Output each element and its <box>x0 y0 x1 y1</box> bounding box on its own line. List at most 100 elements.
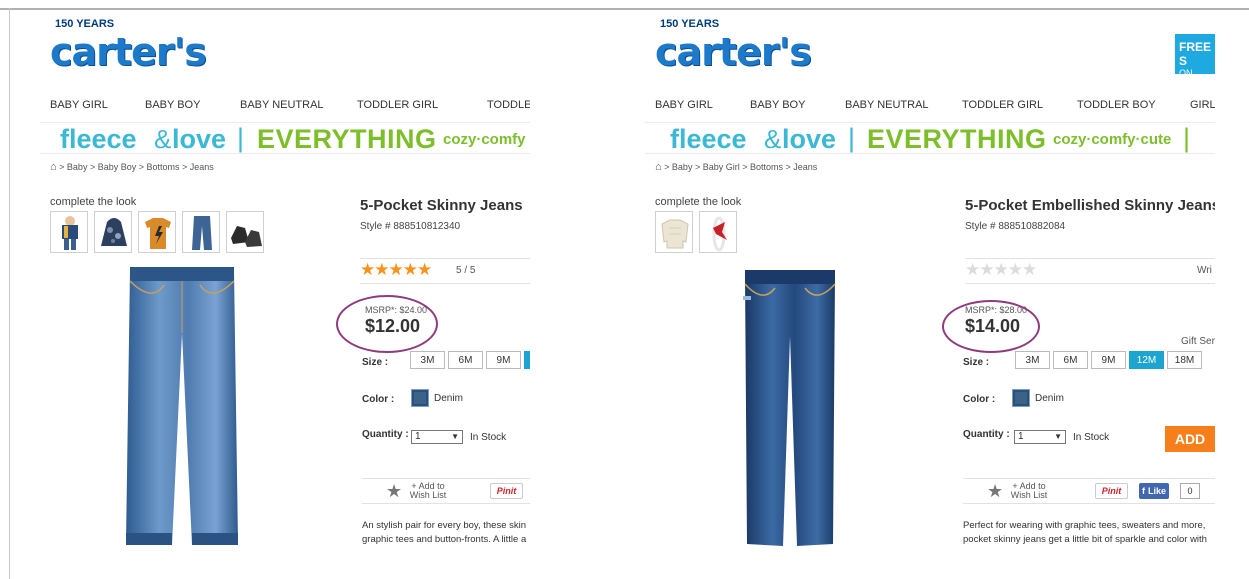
quantity-label: Quantity : <box>963 429 1010 440</box>
sweater-image <box>661 219 689 249</box>
banner-everything: EVERYTHING <box>257 124 437 154</box>
add-to-wishlist-button[interactable]: + Add to Wish List <box>408 482 448 500</box>
size-9m[interactable]: 9M <box>1091 351 1126 369</box>
breadcrumb-path[interactable]: > Baby > Baby Girl > Bottoms > Jeans <box>664 162 817 172</box>
logo-wordmark: carter's <box>50 30 207 74</box>
add-to-bag-button[interactable]: ADD <box>1165 426 1215 452</box>
gift-service-link[interactable]: Gift Serv <box>1181 336 1215 347</box>
promo-banner[interactable]: fleece & love | EVERYTHING cozy·comfy <box>40 122 530 154</box>
nav-baby-boy[interactable]: BABY BOY <box>145 99 240 111</box>
wishlist-star-icon[interactable]: ★ <box>386 481 402 502</box>
stock-status: In Stock <box>1073 432 1110 443</box>
size-label: Size : <box>963 357 990 368</box>
size-6m[interactable]: 6M <box>448 351 483 369</box>
size-options: 3M 6M 9M <box>410 351 530 369</box>
nav-baby-neutral[interactable]: BABY NEUTRAL <box>240 99 357 111</box>
headband-image <box>712 216 727 252</box>
nav-girl[interactable]: GIRL <box>1190 99 1215 111</box>
nav-toddler-girl[interactable]: TODDLER GIRL <box>962 99 1077 111</box>
product-jeans-image[interactable] <box>122 263 242 553</box>
stock-status: In Stock <box>470 432 507 443</box>
main-nav: BABY GIRL BABY BOY BABY NEUTRAL TODDLER … <box>50 99 530 111</box>
size-options: 3M 6M 9M 12M 18M <box>1015 351 1202 369</box>
add-to-wishlist-button[interactable]: + Add to Wish List <box>1009 482 1049 500</box>
banner-everything: EVERYTHING <box>867 124 1047 154</box>
banner-fleece: fleece <box>60 124 137 154</box>
nav-baby-girl[interactable]: BABY GIRL <box>50 99 145 111</box>
rating-stars[interactable]: ★★★★★ <box>360 260 432 280</box>
product-style-number: Style # 888510882084 <box>965 221 1066 232</box>
quantity-value: 1 <box>1018 431 1024 442</box>
quantity-label: Quantity : <box>362 429 409 440</box>
write-review-link[interactable]: Wri <box>1197 265 1212 276</box>
quantity-value: 1 <box>415 431 421 442</box>
product-title: 5-Pocket Embellished Skinny Jeans <box>965 197 1215 214</box>
size-3m[interactable]: 3M <box>410 351 445 369</box>
outfit-thumb[interactable] <box>50 211 88 253</box>
complete-look-thumbs <box>655 211 737 253</box>
banner-fleece: fleece <box>670 124 747 154</box>
banner-separator: | <box>237 123 245 153</box>
cream-sweater-thumb[interactable] <box>655 211 693 253</box>
breadcrumb-path[interactable]: > Baby > Baby Boy > Bottoms > Jeans <box>59 162 214 172</box>
color-name: Denim <box>1035 393 1064 404</box>
size-18m[interactable]: 18M <box>1167 351 1202 369</box>
nav-toddler-boy[interactable]: TODDLER BOY <box>1077 99 1190 111</box>
main-nav: BABY GIRL BABY BOY BABY NEUTRAL TODDLER … <box>655 99 1215 111</box>
hooded-jacket-thumb[interactable] <box>94 211 132 253</box>
nav-baby-girl[interactable]: BABY GIRL <box>655 99 750 111</box>
jacket-image <box>101 218 127 246</box>
rating-stars-empty[interactable]: ★★★★★ <box>965 260 1037 280</box>
orange-tee-thumb[interactable] <box>138 211 176 253</box>
red-headband-thumb[interactable] <box>699 211 737 253</box>
nav-toddler-boy[interactable]: TODDLER BC <box>487 99 530 111</box>
color-label: Color : <box>963 394 996 405</box>
outfit-image <box>62 216 78 250</box>
nav-baby-neutral[interactable]: BABY NEUTRAL <box>845 99 962 111</box>
price-highlight-circle <box>336 295 438 353</box>
wishlist-line2: Wish List <box>409 490 447 500</box>
nav-toddler-girl[interactable]: TODDLER GIRL <box>357 99 487 111</box>
price-highlight-circle <box>942 300 1040 353</box>
banner-separator: | <box>848 123 856 153</box>
rating-text: 5 / 5 <box>456 265 476 276</box>
quantity-select[interactable]: 1 ▼ <box>411 430 463 444</box>
description-line1: Perfect for wearing with graphic tees, s… <box>963 520 1206 531</box>
quantity-select[interactable]: 1 ▼ <box>1014 430 1066 444</box>
facebook-like-button[interactable]: f Like <box>1139 483 1170 499</box>
shoes-image <box>231 226 262 247</box>
product-jeans-image[interactable] <box>735 266 845 551</box>
jeans-thumb[interactable] <box>182 211 220 253</box>
color-swatch-denim[interactable] <box>1012 389 1030 407</box>
promo-banner[interactable]: fleece & love | EVERYTHING cozy·comfy·cu… <box>645 122 1215 154</box>
color-swatch-denim[interactable] <box>411 389 429 407</box>
nav-baby-boy[interactable]: BABY BOY <box>750 99 845 111</box>
wishlist-line2: Wish List <box>1010 490 1048 500</box>
breadcrumb: ⌂ > Baby > Baby Boy > Bottoms > Jeans <box>50 161 214 173</box>
size-next[interactable] <box>524 351 530 369</box>
free-shipping-promo[interactable]: FREE S ON YOUR <box>1175 34 1215 88</box>
pinit-button[interactable]: Pinit <box>490 483 523 499</box>
size-6m[interactable]: 6M <box>1053 351 1088 369</box>
banner-love: love <box>172 124 227 154</box>
complete-look-thumbs <box>50 211 264 253</box>
description-line2: graphic tees and button-fronts. A little… <box>362 534 527 545</box>
facebook-like-label: Like <box>1148 486 1167 496</box>
banner-cozy: cozy·comfy·cute <box>1053 131 1172 148</box>
pinit-button[interactable]: Pinit <box>1095 483 1128 499</box>
tee-image <box>145 218 171 249</box>
logo-years: 150 YEARS <box>55 18 115 30</box>
size-3m[interactable]: 3M <box>1015 351 1050 369</box>
size-label: Size : <box>362 357 389 368</box>
frame-left-border <box>9 8 10 579</box>
wishlist-star-icon[interactable]: ★ <box>987 481 1003 502</box>
shoes-thumb[interactable] <box>226 211 264 253</box>
home-icon[interactable]: ⌂ <box>655 161 662 173</box>
home-icon[interactable]: ⌂ <box>50 161 57 173</box>
banner-love: love <box>782 124 837 154</box>
dropdown-arrow-icon: ▼ <box>451 432 459 441</box>
free-ship-line2: ON YOUR <box>1179 68 1206 88</box>
facebook-like-count: 0 <box>1180 483 1200 499</box>
size-9m[interactable]: 9M <box>486 351 521 369</box>
size-12m[interactable]: 12M <box>1129 351 1164 369</box>
